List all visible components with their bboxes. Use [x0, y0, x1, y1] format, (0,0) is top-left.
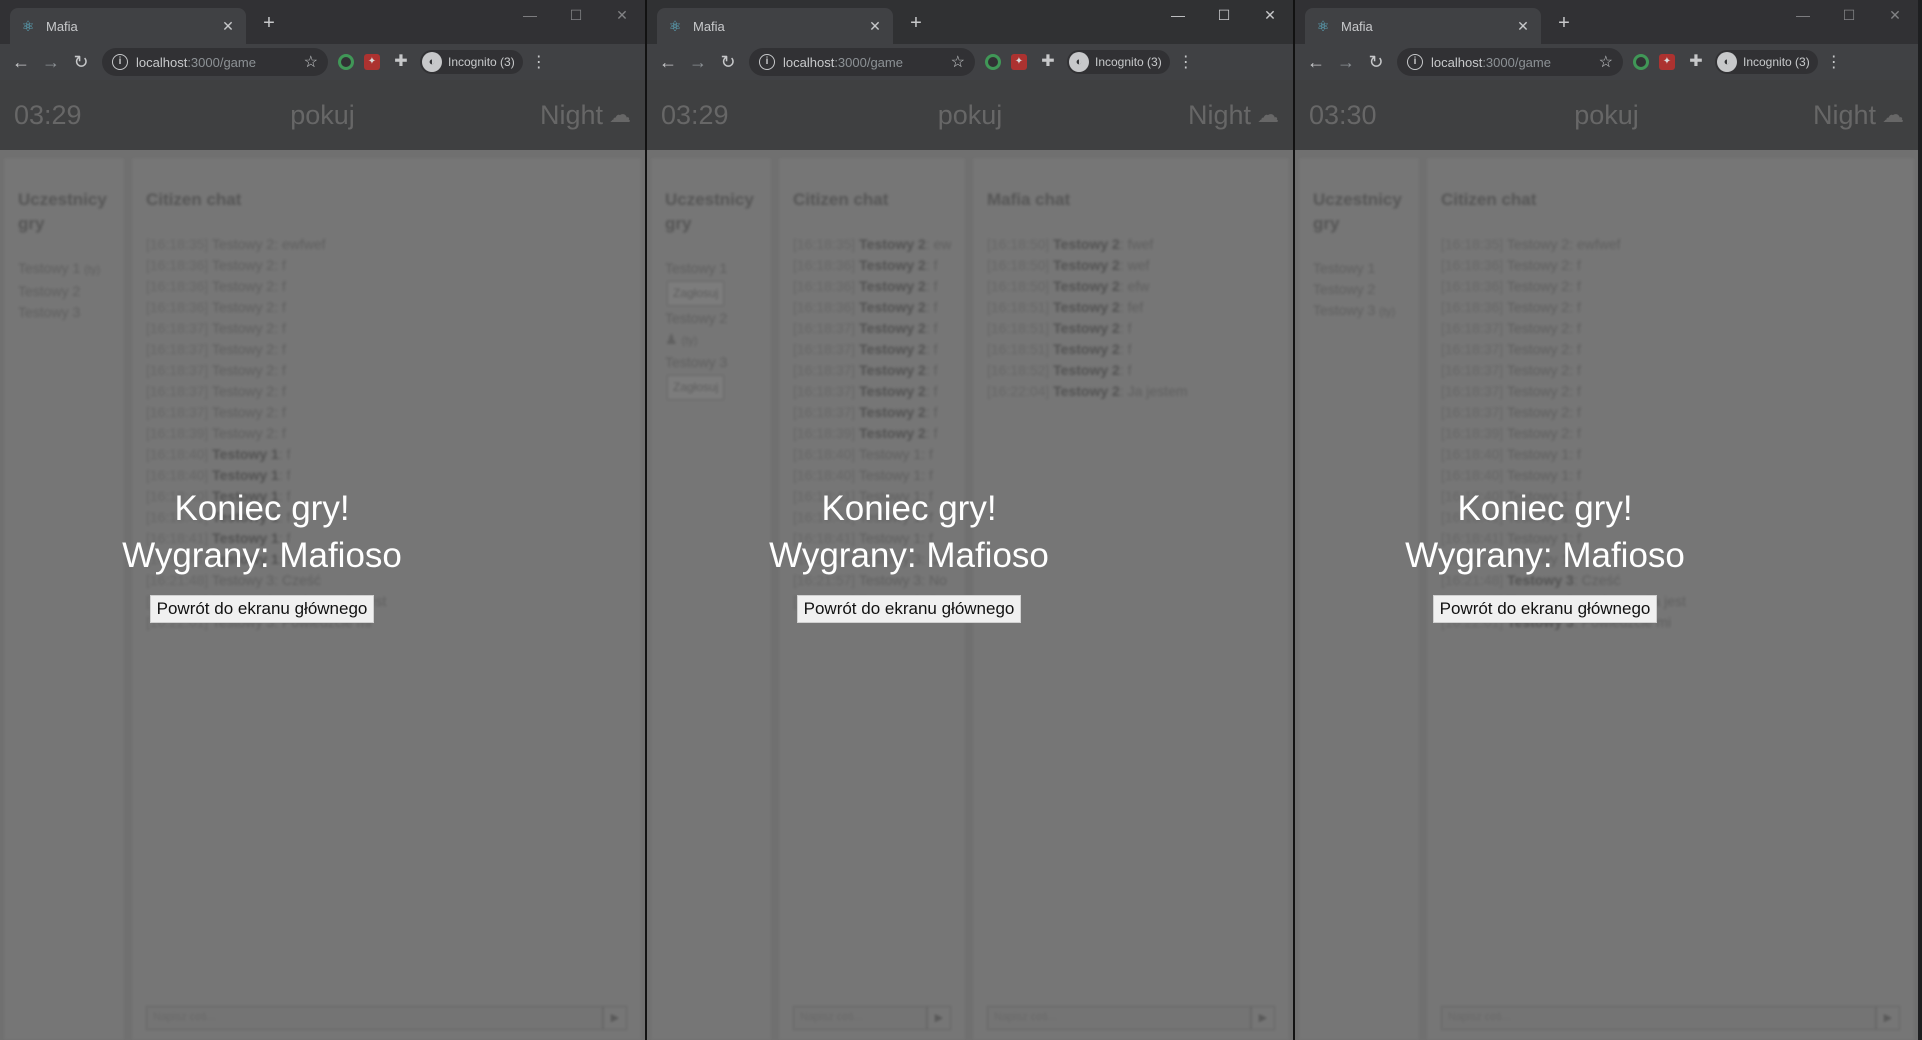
- back-to-main-button[interactable]: Powrót do ekranu głównego: [796, 595, 1022, 623]
- winner-label: Wygrany: Mafioso: [122, 536, 402, 575]
- browser-window: ⚛ Mafia ✕ + — ☐ ✕ ← → ↻ i localhost:3000/game ☆ ✦ ✚ ◐ In…: [1295, 0, 1918, 1040]
- game-over-box: Koniec gry! Wygrany: Mafioso Powrót do ekr…: [647, 485, 1171, 626]
- back-button-wrap: Powrót do ekranu głównego: [0, 579, 524, 626]
- winner-label: Wygrany: Mafioso: [1405, 536, 1685, 575]
- back-button-wrap: Powrót do ekranu głównego: [647, 579, 1171, 626]
- back-to-main-button[interactable]: Powrót do ekranu głównego: [149, 595, 375, 623]
- game-over-title: Koniec gry!: [821, 489, 997, 528]
- browser-window: ⚛ Mafia ✕ + — ☐ ✕ ← → ↻ i localhost:3000/game ☆ ✦ ✚ ◐ In…: [645, 0, 1295, 1040]
- game-over-overlay: Koniec gry! Wygrany: Mafioso Powrót do ekr…: [647, 0, 1293, 1040]
- back-button-wrap: Powrót do ekranu głównego: [1295, 579, 1795, 626]
- browser-window: ⚛ Mafia ✕ + — ☐ ✕ ← → ↻ i localhost:3000/game ☆ ✦ ✚ ◐ In…: [0, 0, 645, 1040]
- desktop: ⚛ Mafia ✕ + — ☐ ✕ ← → ↻ i localhost:3000/game ☆ ✦ ✚ ◐ In…: [0, 0, 1922, 1040]
- game-over-overlay: Koniec gry! Wygrany: Mafioso Powrót do ekr…: [0, 0, 645, 1040]
- game-over-title: Koniec gry!: [174, 489, 350, 528]
- back-to-main-button[interactable]: Powrót do ekranu głównego: [1432, 595, 1658, 623]
- game-over-title: Koniec gry!: [1457, 489, 1633, 528]
- winner-label: Wygrany: Mafioso: [769, 536, 1049, 575]
- game-over-overlay: Koniec gry! Wygrany: Mafioso Powrót do ekr…: [1295, 0, 1918, 1040]
- game-over-box: Koniec gry! Wygrany: Mafioso Powrót do ekr…: [0, 485, 524, 626]
- game-over-box: Koniec gry! Wygrany: Mafioso Powrót do ekr…: [1295, 485, 1795, 626]
